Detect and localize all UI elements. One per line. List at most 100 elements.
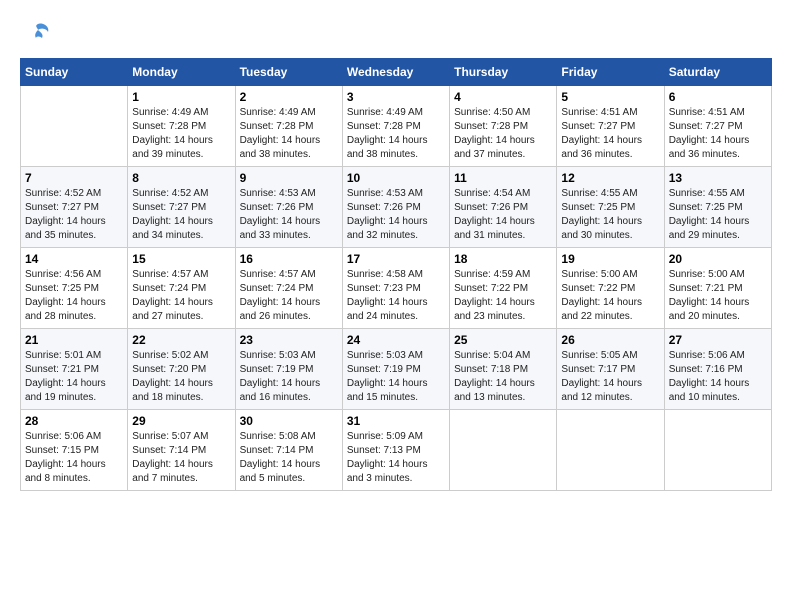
calendar-cell: 28 Sunrise: 5:06 AMSunset: 7:15 PMDayligh… bbox=[21, 410, 128, 491]
calendar-cell: 20Sunrise: 5:00 AMSunset: 7:21 PMDayligh… bbox=[664, 248, 771, 329]
calendar-cell: 21Sunrise: 5:01 AMSunset: 7:21 PMDayligh… bbox=[21, 329, 128, 410]
day-number: 1 bbox=[132, 90, 230, 104]
calendar-cell: 23 Sunrise: 5:03 AMSunset: 7:19 PMDayligh… bbox=[235, 329, 342, 410]
calendar-cell: 12 Sunrise: 4:55 AMSunset: 7:25 PMDayligh… bbox=[557, 167, 664, 248]
day-info: Sunrise: 4:52 AMSunset: 7:27 PMDaylight:… bbox=[25, 187, 123, 243]
day-info: Sunrise: 5:03 AMSunset: 7:19 PMDaylight:… bbox=[240, 349, 338, 405]
calendar-cell: 2Sunrise: 4:49 AMSunset: 7:28 PMDaylight… bbox=[235, 86, 342, 167]
calendar-cell bbox=[450, 410, 557, 491]
calendar-cell: 1 Sunrise: 4:49 AMSunset: 7:28 PMDaylight… bbox=[128, 86, 235, 167]
day-info: Sunrise: 5:03 AMSunset: 7:19 PMDaylight:… bbox=[347, 349, 445, 405]
calendar-cell: 4 Sunrise: 4:50 AMSunset: 7:28 PMDaylight… bbox=[450, 86, 557, 167]
calendar-cell: 31 Sunrise: 5:09 AMSunset: 7:13 PMDayligh… bbox=[342, 410, 449, 491]
day-info: Sunrise: 5:05 AMSunset: 7:17 PMDaylight:… bbox=[561, 349, 659, 405]
day-number: 30 bbox=[240, 414, 338, 428]
day-info: Sunrise: 4:55 AMSunset: 7:25 PMDaylight:… bbox=[561, 187, 659, 243]
day-number: 27 bbox=[669, 333, 767, 347]
day-info: Sunrise: 4:50 AMSunset: 7:28 PMDaylight:… bbox=[454, 106, 552, 162]
column-header-friday: Friday bbox=[557, 59, 664, 86]
calendar-cell: 5 Sunrise: 4:51 AMSunset: 7:27 PMDaylight… bbox=[557, 86, 664, 167]
day-info: Sunrise: 5:04 AMSunset: 7:18 PMDaylight:… bbox=[454, 349, 552, 405]
logo-bird-icon bbox=[24, 20, 52, 48]
day-number: 15 bbox=[132, 252, 230, 266]
day-info: Sunrise: 5:00 AMSunset: 7:22 PMDaylight:… bbox=[561, 268, 659, 324]
day-info: Sunrise: 4:52 AMSunset: 7:27 PMDaylight:… bbox=[132, 187, 230, 243]
calendar-cell: 18 Sunrise: 4:59 AMSunset: 7:22 PMDayligh… bbox=[450, 248, 557, 329]
day-info: Sunrise: 4:51 AMSunset: 7:27 PMDaylight:… bbox=[561, 106, 659, 162]
column-header-saturday: Saturday bbox=[664, 59, 771, 86]
day-number: 5 bbox=[561, 90, 659, 104]
day-number: 23 bbox=[240, 333, 338, 347]
day-info: Sunrise: 5:06 AMSunset: 7:15 PMDaylight:… bbox=[25, 430, 123, 486]
calendar-week-row: 1 Sunrise: 4:49 AMSunset: 7:28 PMDaylight… bbox=[21, 86, 772, 167]
calendar-cell: 8 Sunrise: 4:52 AMSunset: 7:27 PMDaylight… bbox=[128, 167, 235, 248]
calendar-cell: 11 Sunrise: 4:54 AMSunset: 7:26 PMDayligh… bbox=[450, 167, 557, 248]
day-info: Sunrise: 5:09 AMSunset: 7:13 PMDaylight:… bbox=[347, 430, 445, 486]
day-number: 6 bbox=[669, 90, 767, 104]
calendar-cell bbox=[664, 410, 771, 491]
day-number: 17 bbox=[347, 252, 445, 266]
day-info: Sunrise: 4:58 AMSunset: 7:23 PMDaylight:… bbox=[347, 268, 445, 324]
calendar-cell: 7 Sunrise: 4:52 AMSunset: 7:27 PMDaylight… bbox=[21, 167, 128, 248]
day-number: 28 bbox=[25, 414, 123, 428]
calendar-cell: 19Sunrise: 5:00 AMSunset: 7:22 PMDayligh… bbox=[557, 248, 664, 329]
day-info: Sunrise: 4:53 AMSunset: 7:26 PMDaylight:… bbox=[347, 187, 445, 243]
calendar-cell: 22 Sunrise: 5:02 AMSunset: 7:20 PMDayligh… bbox=[128, 329, 235, 410]
calendar-cell: 29 Sunrise: 5:07 AMSunset: 7:14 PMDayligh… bbox=[128, 410, 235, 491]
calendar-week-row: 21Sunrise: 5:01 AMSunset: 7:21 PMDayligh… bbox=[21, 329, 772, 410]
day-info: Sunrise: 4:59 AMSunset: 7:22 PMDaylight:… bbox=[454, 268, 552, 324]
day-number: 16 bbox=[240, 252, 338, 266]
day-number: 2 bbox=[240, 90, 338, 104]
day-number: 25 bbox=[454, 333, 552, 347]
day-info: Sunrise: 4:55 AMSunset: 7:25 PMDaylight:… bbox=[669, 187, 767, 243]
day-number: 7 bbox=[25, 171, 123, 185]
day-info: Sunrise: 5:07 AMSunset: 7:14 PMDaylight:… bbox=[132, 430, 230, 486]
calendar-cell: 6 Sunrise: 4:51 AMSunset: 7:27 PMDaylight… bbox=[664, 86, 771, 167]
day-number: 26 bbox=[561, 333, 659, 347]
day-info: Sunrise: 4:49 AMSunset: 7:28 PMDaylight:… bbox=[347, 106, 445, 162]
day-number: 13 bbox=[669, 171, 767, 185]
calendar-cell: 16 Sunrise: 4:57 AMSunset: 7:24 PMDayligh… bbox=[235, 248, 342, 329]
day-info: Sunrise: 5:02 AMSunset: 7:20 PMDaylight:… bbox=[132, 349, 230, 405]
day-number: 11 bbox=[454, 171, 552, 185]
calendar-cell: 9 Sunrise: 4:53 AMSunset: 7:26 PMDaylight… bbox=[235, 167, 342, 248]
calendar-cell: 14 Sunrise: 4:56 AMSunset: 7:25 PMDayligh… bbox=[21, 248, 128, 329]
column-header-thursday: Thursday bbox=[450, 59, 557, 86]
day-number: 3 bbox=[347, 90, 445, 104]
day-number: 8 bbox=[132, 171, 230, 185]
column-header-wednesday: Wednesday bbox=[342, 59, 449, 86]
day-info: Sunrise: 4:57 AMSunset: 7:24 PMDaylight:… bbox=[240, 268, 338, 324]
day-number: 24 bbox=[347, 333, 445, 347]
day-info: Sunrise: 4:56 AMSunset: 7:25 PMDaylight:… bbox=[25, 268, 123, 324]
day-number: 22 bbox=[132, 333, 230, 347]
day-info: Sunrise: 5:00 AMSunset: 7:21 PMDaylight:… bbox=[669, 268, 767, 324]
day-info: Sunrise: 5:01 AMSunset: 7:21 PMDaylight:… bbox=[25, 349, 123, 405]
calendar-week-row: 7 Sunrise: 4:52 AMSunset: 7:27 PMDaylight… bbox=[21, 167, 772, 248]
day-info: Sunrise: 4:49 AMSunset: 7:28 PMDaylight:… bbox=[132, 106, 230, 162]
calendar-cell: 25 Sunrise: 5:04 AMSunset: 7:18 PMDayligh… bbox=[450, 329, 557, 410]
calendar-cell: 24 Sunrise: 5:03 AMSunset: 7:19 PMDayligh… bbox=[342, 329, 449, 410]
day-info: Sunrise: 4:53 AMSunset: 7:26 PMDaylight:… bbox=[240, 187, 338, 243]
day-info: Sunrise: 4:57 AMSunset: 7:24 PMDaylight:… bbox=[132, 268, 230, 324]
day-info: Sunrise: 4:54 AMSunset: 7:26 PMDaylight:… bbox=[454, 187, 552, 243]
calendar-week-row: 14 Sunrise: 4:56 AMSunset: 7:25 PMDayligh… bbox=[21, 248, 772, 329]
day-number: 29 bbox=[132, 414, 230, 428]
day-number: 18 bbox=[454, 252, 552, 266]
calendar-cell bbox=[21, 86, 128, 167]
calendar-cell: 17 Sunrise: 4:58 AMSunset: 7:23 PMDayligh… bbox=[342, 248, 449, 329]
calendar-cell: 30Sunrise: 5:08 AMSunset: 7:14 PMDayligh… bbox=[235, 410, 342, 491]
column-header-monday: Monday bbox=[128, 59, 235, 86]
column-header-sunday: Sunday bbox=[21, 59, 128, 86]
column-header-tuesday: Tuesday bbox=[235, 59, 342, 86]
day-number: 4 bbox=[454, 90, 552, 104]
calendar-cell: 27Sunrise: 5:06 AMSunset: 7:16 PMDayligh… bbox=[664, 329, 771, 410]
day-number: 9 bbox=[240, 171, 338, 185]
calendar-cell: 13 Sunrise: 4:55 AMSunset: 7:25 PMDayligh… bbox=[664, 167, 771, 248]
calendar-header-row: SundayMondayTuesdayWednesdayThursdayFrid… bbox=[21, 59, 772, 86]
day-number: 14 bbox=[25, 252, 123, 266]
day-number: 10 bbox=[347, 171, 445, 185]
calendar-cell bbox=[557, 410, 664, 491]
day-info: Sunrise: 4:51 AMSunset: 7:27 PMDaylight:… bbox=[669, 106, 767, 162]
day-number: 31 bbox=[347, 414, 445, 428]
day-number: 12 bbox=[561, 171, 659, 185]
